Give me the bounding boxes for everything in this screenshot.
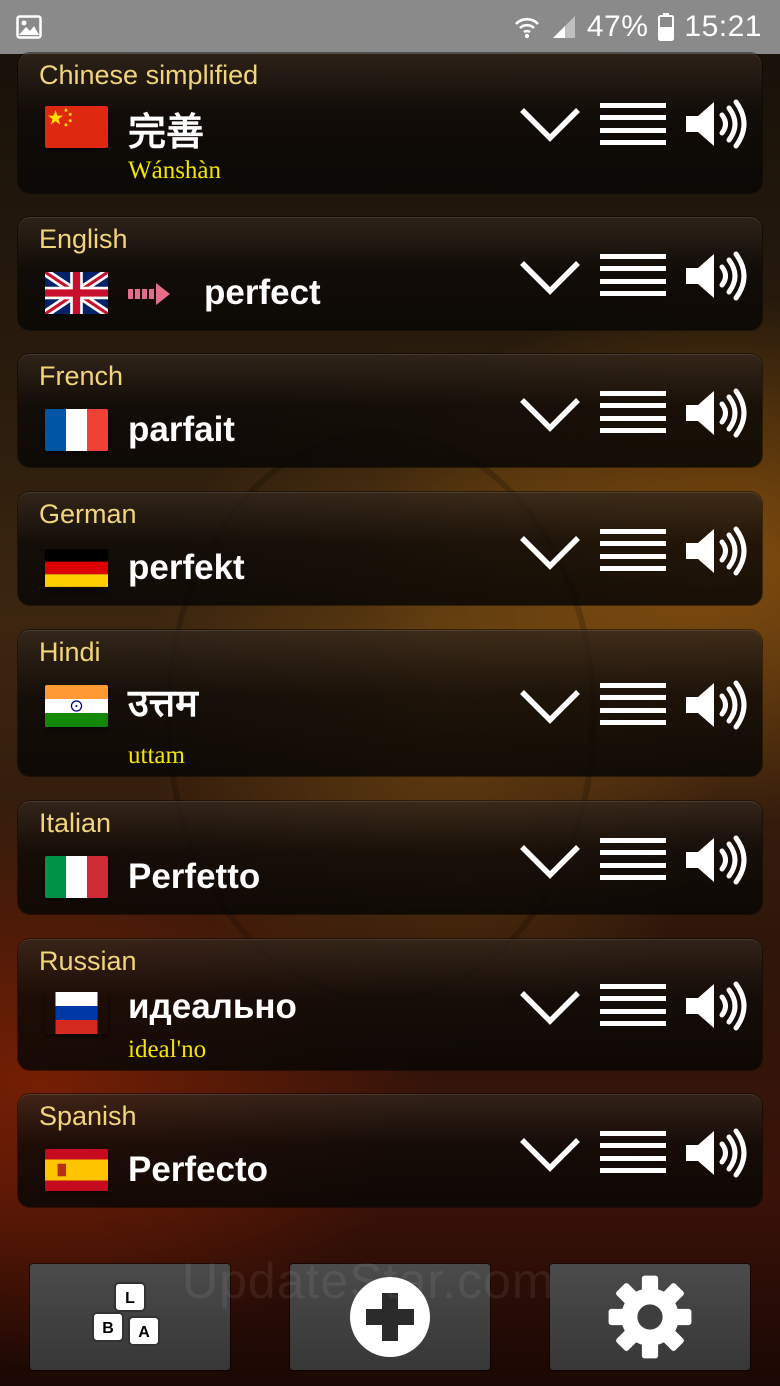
language-name: Hindi <box>39 637 101 667</box>
transliteration: Wánshàn <box>128 157 222 184</box>
translation-word: उत्तम <box>128 683 198 725</box>
language-card-spanish[interactable]: Spanish Perfecto <box>18 1094 762 1207</box>
signal-icon <box>551 14 577 40</box>
clock: 15:21 <box>684 10 762 43</box>
translation-word: 完善 <box>128 112 205 154</box>
chevron-down-icon[interactable] <box>516 1130 584 1178</box>
language-name: Chinese simplified <box>39 60 259 90</box>
language-card-hindi[interactable]: Hindi उत्तम uttam <box>18 630 762 776</box>
language-card-french[interactable]: French parfait <box>18 354 762 467</box>
language-name: French <box>39 361 124 391</box>
language-name: Russian <box>39 946 137 976</box>
menu-icon[interactable] <box>598 251 668 299</box>
menu-icon[interactable] <box>598 100 668 148</box>
transliteration: uttam <box>128 742 185 769</box>
menu-icon[interactable] <box>598 526 668 574</box>
keyboard-icon: L B A <box>92 1282 160 1346</box>
battery-icon <box>658 13 675 41</box>
chevron-down-icon[interactable] <box>516 682 584 730</box>
settings-button[interactable] <box>550 1264 750 1370</box>
spain-flag-icon <box>45 1149 108 1191</box>
source-arrow-icon <box>128 281 172 307</box>
image-icon <box>16 15 42 39</box>
translation-word: Perfetto <box>128 857 261 896</box>
key-label: L <box>125 1290 135 1307</box>
speaker-icon[interactable] <box>682 250 750 302</box>
chevron-down-icon[interactable] <box>516 253 584 301</box>
speaker-icon[interactable] <box>682 679 750 731</box>
key-label: B <box>102 1320 114 1337</box>
chevron-down-icon[interactable] <box>516 837 584 885</box>
language-card-german[interactable]: German perfekt <box>18 492 762 605</box>
menu-icon[interactable] <box>598 680 668 728</box>
translation-word: perfekt <box>128 548 245 587</box>
india-flag-icon <box>45 685 108 727</box>
language-name: German <box>39 499 137 529</box>
chevron-down-icon[interactable] <box>516 983 584 1031</box>
translation-word: perfect <box>204 273 321 312</box>
language-card-russian[interactable]: Russian идеально ideal'no <box>18 939 762 1070</box>
keyboard-button[interactable]: L B A <box>30 1264 230 1370</box>
speaker-icon[interactable] <box>682 525 750 577</box>
language-name: Spanish <box>39 1101 137 1131</box>
language-card-english[interactable]: English perfect <box>18 217 762 330</box>
status-bar: 47% 15:21 <box>0 0 780 54</box>
key-label: A <box>138 1324 150 1341</box>
uk-flag-icon <box>45 272 108 314</box>
plus-icon <box>350 1277 430 1357</box>
chevron-down-icon[interactable] <box>516 100 584 148</box>
translation-word: Perfecto <box>128 1150 269 1189</box>
speaker-icon[interactable] <box>682 98 750 150</box>
wifi-icon <box>513 13 541 41</box>
russia-flag-icon <box>45 992 108 1034</box>
gear-icon <box>608 1275 692 1359</box>
language-card-chinese[interactable]: Chinese simplified 完善 Wánshàn <box>18 53 762 193</box>
language-name: Italian <box>39 808 112 838</box>
china-flag-icon <box>45 106 108 148</box>
translation-word: идеально <box>128 987 297 1026</box>
add-language-button[interactable] <box>290 1264 490 1370</box>
speaker-icon[interactable] <box>682 980 750 1032</box>
germany-flag-icon <box>45 547 108 589</box>
speaker-icon[interactable] <box>682 834 750 886</box>
menu-icon[interactable] <box>598 1128 668 1176</box>
menu-icon[interactable] <box>598 981 668 1029</box>
transliteration: ideal'no <box>128 1036 207 1063</box>
chevron-down-icon[interactable] <box>516 390 584 438</box>
speaker-icon[interactable] <box>682 387 750 439</box>
language-card-italian[interactable]: Italian Perfetto <box>18 801 762 914</box>
france-flag-icon <box>45 409 108 451</box>
chevron-down-icon[interactable] <box>516 528 584 576</box>
battery-level: 47% <box>586 10 649 43</box>
translation-word: parfait <box>128 410 235 449</box>
italy-flag-icon <box>45 856 108 898</box>
menu-icon[interactable] <box>598 835 668 883</box>
menu-icon[interactable] <box>598 388 668 436</box>
language-name: English <box>39 224 128 254</box>
speaker-icon[interactable] <box>682 1127 750 1179</box>
